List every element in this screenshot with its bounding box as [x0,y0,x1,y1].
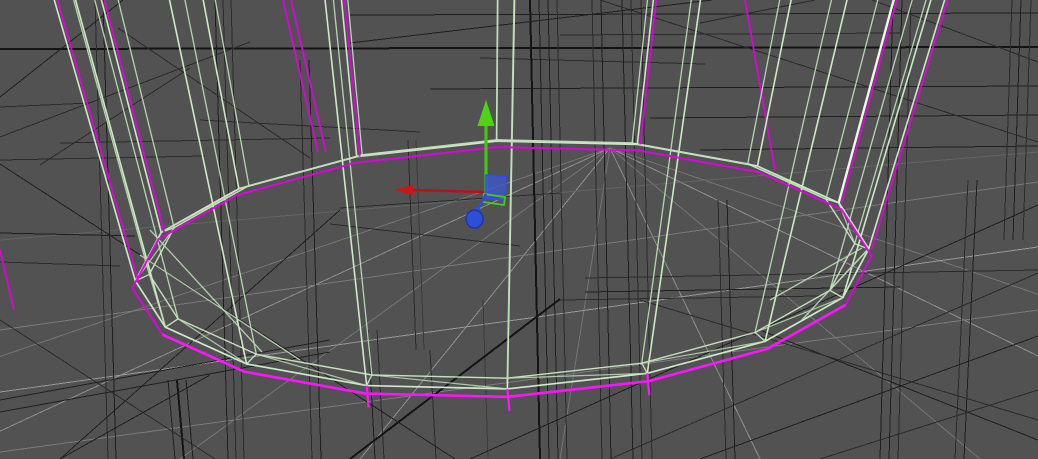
viewport-canvas[interactable] [0,0,1038,459]
background-wireframe-lines [0,0,1038,459]
floor-grid-lines [0,147,1038,459]
3d-viewport[interactable] [0,0,1038,459]
gizmo-x-axis-arrow[interactable] [394,184,487,196]
